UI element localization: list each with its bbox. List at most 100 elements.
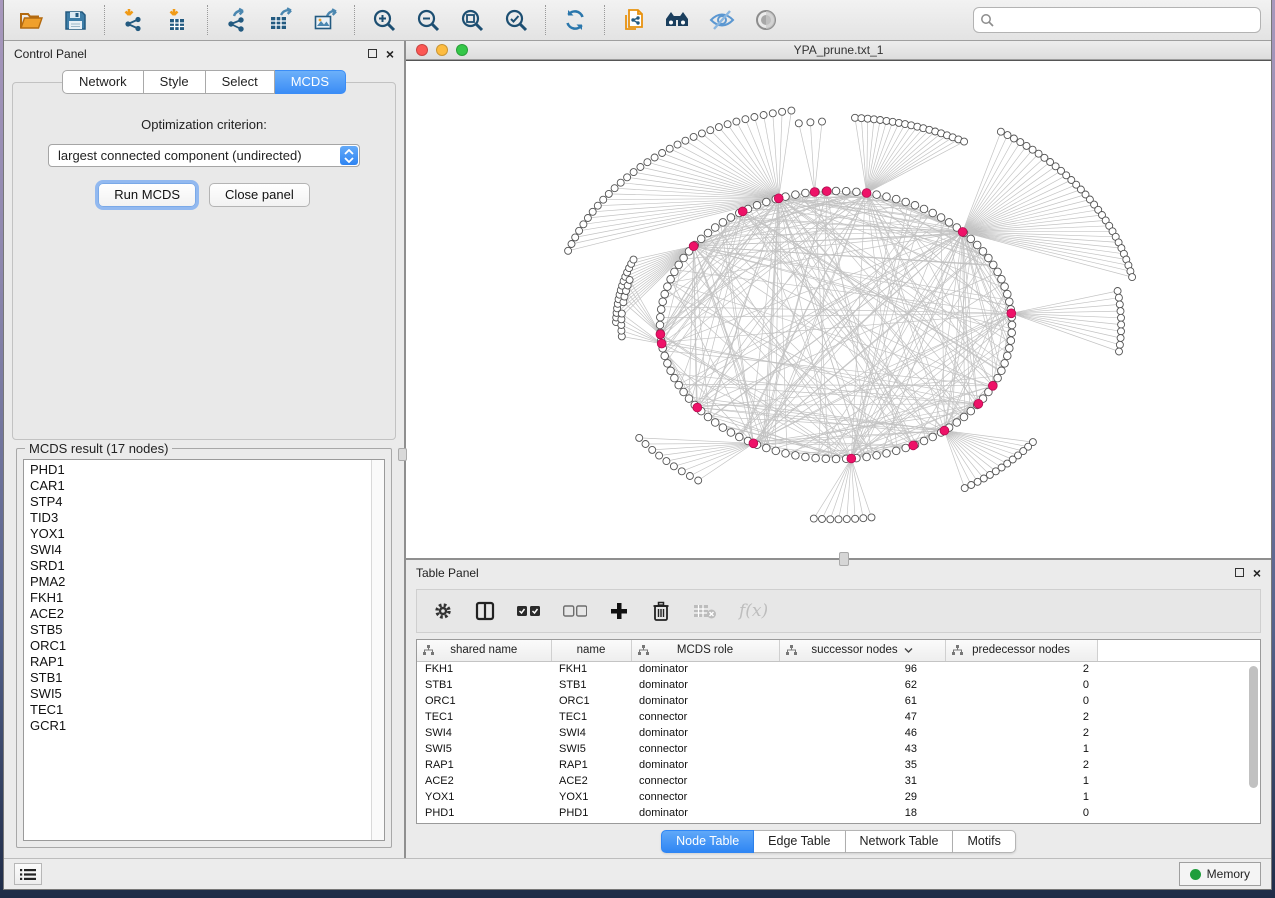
mcds-result-item[interactable]: SWI4 — [30, 542, 384, 558]
table-row[interactable]: TEC1TEC1connector472 — [417, 709, 1260, 725]
mcds-list-scrollbar[interactable] — [371, 460, 384, 840]
table-row[interactable]: ORC1ORC1dominator610 — [417, 693, 1260, 709]
column-header-name[interactable]: name — [551, 640, 631, 661]
mcds-result-item[interactable]: ORC1 — [30, 638, 384, 654]
refresh-icon[interactable] — [560, 5, 590, 35]
tab-style[interactable]: Style — [144, 70, 206, 94]
table-cell: dominator — [631, 661, 779, 677]
table-row[interactable]: SWI5SWI5connector431 — [417, 741, 1260, 757]
criterion-select[interactable]: largest connected component (undirected) — [48, 144, 360, 167]
column-header-filler — [1097, 640, 1260, 661]
mcds-result-item[interactable]: ACE2 — [30, 606, 384, 622]
zoom-in-icon[interactable] — [369, 5, 399, 35]
delete-table-icon-disabled — [693, 603, 717, 619]
tab-network[interactable]: Network — [62, 70, 144, 94]
column-header-successor-nodes[interactable]: successor nodes — [779, 640, 945, 661]
deselect-all-icon[interactable] — [563, 605, 587, 617]
table-cell: dominator — [631, 693, 779, 709]
mcds-result-item[interactable]: YOX1 — [30, 526, 384, 542]
column-header-shared-name[interactable]: shared name — [417, 640, 551, 661]
memory-button[interactable]: Memory — [1179, 862, 1261, 886]
close-panel-button[interactable]: Close panel — [209, 183, 310, 207]
column-header-mcds-role[interactable]: MCDS role — [631, 640, 779, 661]
close-table-panel-icon[interactable]: × — [1253, 568, 1261, 578]
add-column-icon[interactable] — [609, 602, 629, 620]
show-panels-menu-button[interactable] — [14, 863, 42, 885]
export-image-icon[interactable] — [310, 5, 340, 35]
tab-mcds[interactable]: MCDS — [275, 70, 346, 94]
mcds-result-item[interactable]: SRD1 — [30, 558, 384, 574]
tab-edge-table[interactable]: Edge Table — [754, 830, 845, 853]
table-cell: PHD1 — [551, 805, 631, 821]
mcds-result-item[interactable]: STB1 — [30, 670, 384, 686]
control-panel-titlebar: Control Panel × — [4, 41, 404, 66]
table-cell: connector — [631, 773, 779, 789]
mcds-result-item[interactable]: SWI5 — [30, 686, 384, 702]
table-settings-icon[interactable] — [433, 601, 453, 621]
tab-node-table[interactable]: Node Table — [661, 830, 754, 853]
table-row[interactable]: ACE2ACE2connector311 — [417, 773, 1260, 789]
mcds-result-item[interactable]: PHD1 — [30, 462, 384, 478]
float-panel-icon[interactable] — [368, 49, 377, 58]
float-table-panel-icon[interactable] — [1235, 568, 1244, 577]
search-network-icon[interactable] — [663, 5, 693, 35]
mcds-result-item[interactable]: TEC1 — [30, 702, 384, 718]
table-cell: dominator — [631, 677, 779, 693]
search-input[interactable] — [973, 7, 1261, 33]
zoom-fit-icon[interactable] — [457, 5, 487, 35]
table-cell: STB1 — [417, 677, 551, 693]
save-session-icon[interactable] — [60, 5, 90, 35]
control-panel-tabs: Network Style Select MCDS — [4, 70, 404, 94]
mcds-result-item[interactable]: RAP1 — [30, 654, 384, 670]
network-window-titlebar: YPA_prune.txt_1 — [406, 41, 1271, 60]
main-area: Control Panel × Network Style Select MCD… — [4, 41, 1271, 858]
export-network-icon[interactable] — [222, 5, 252, 35]
tree-icon — [423, 645, 434, 659]
table-cell: ACE2 — [551, 773, 631, 789]
table-row[interactable]: RAP1RAP1dominator352 — [417, 757, 1260, 773]
table-row[interactable]: PHD1PHD1dominator180 — [417, 805, 1260, 821]
run-mcds-button[interactable]: Run MCDS — [98, 183, 196, 207]
mcds-result-item[interactable]: STP4 — [30, 494, 384, 510]
table-row[interactable]: FKH1FKH1dominator962 — [417, 661, 1260, 677]
mcds-result-listbox[interactable]: PHD1CAR1STP4TID3YOX1SWI4SRD1PMA2FKH1ACE2… — [23, 459, 385, 841]
node-table-body: FKH1FKH1dominator962STB1STB1dominator620… — [417, 661, 1260, 821]
mcds-result-item[interactable]: GCR1 — [30, 718, 384, 734]
select-all-icon[interactable] — [517, 605, 541, 617]
mcds-result-list: PHD1CAR1STP4TID3YOX1SWI4SRD1PMA2FKH1ACE2… — [30, 462, 384, 734]
table-row[interactable]: STB1STB1dominator620 — [417, 677, 1260, 693]
tab-motifs[interactable]: Motifs — [953, 830, 1015, 853]
mcds-result-item[interactable]: PMA2 — [30, 574, 384, 590]
tab-network-table[interactable]: Network Table — [846, 830, 954, 853]
zoom-out-icon[interactable] — [413, 5, 443, 35]
import-table-icon[interactable] — [163, 5, 193, 35]
vertical-splitter-handle[interactable] — [398, 448, 407, 461]
hide-details-icon[interactable] — [707, 5, 737, 35]
table-cell: connector — [631, 709, 779, 725]
show-column-panel-icon[interactable] — [475, 601, 495, 621]
table-cell: 43 — [779, 741, 945, 757]
import-network-icon[interactable] — [119, 5, 149, 35]
mcds-result-item[interactable]: STB5 — [30, 622, 384, 638]
close-panel-icon[interactable]: × — [386, 49, 394, 59]
mcds-result-item[interactable]: TID3 — [30, 510, 384, 526]
table-scrollbar-thumb[interactable] — [1249, 666, 1258, 788]
zoom-selected-icon[interactable] — [501, 5, 531, 35]
table-row[interactable]: SWI4SWI4dominator462 — [417, 725, 1260, 741]
table-row[interactable]: YOX1YOX1connector291 — [417, 789, 1260, 805]
mcds-result-item[interactable]: CAR1 — [30, 478, 384, 494]
criterion-value: largest connected component (undirected) — [49, 148, 340, 163]
table-cell: 61 — [779, 693, 945, 709]
show-graphics-details-icon[interactable] — [751, 5, 781, 35]
network-canvas[interactable] — [406, 60, 1271, 558]
open-session-icon[interactable] — [16, 5, 46, 35]
horizontal-splitter-handle[interactable] — [839, 552, 849, 566]
table-cell: 96 — [779, 661, 945, 677]
share-network-document-icon[interactable] — [619, 5, 649, 35]
tab-select[interactable]: Select — [206, 70, 275, 94]
delete-column-icon[interactable] — [651, 601, 671, 621]
mcds-result-item[interactable]: FKH1 — [30, 590, 384, 606]
control-panel-title: Control Panel — [14, 47, 87, 61]
column-header-predecessor-nodes[interactable]: predecessor nodes — [945, 640, 1097, 661]
export-table-icon[interactable] — [266, 5, 296, 35]
